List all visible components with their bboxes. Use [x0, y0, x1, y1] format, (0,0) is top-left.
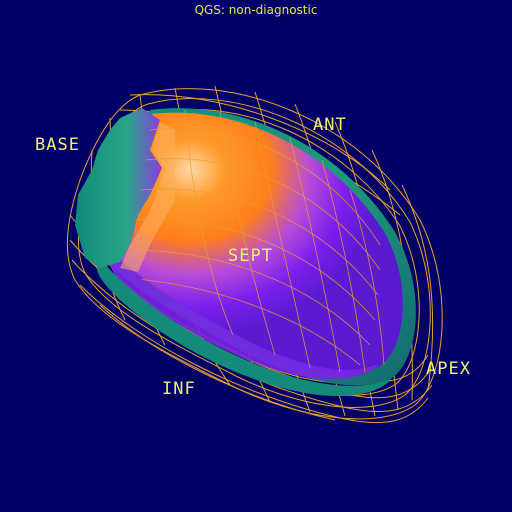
status-title: QGS: non-diagnostic — [194, 3, 318, 17]
label-base: BASE — [35, 135, 80, 155]
label-apex: APEX — [426, 359, 471, 379]
viewer-canvas[interactable]: QGS: non-diagnostic BASE ANT SEPT INF AP… — [0, 0, 512, 512]
label-sept: SEPT — [228, 246, 273, 266]
label-inf: INF — [162, 379, 196, 399]
label-ant: ANT — [313, 115, 347, 135]
